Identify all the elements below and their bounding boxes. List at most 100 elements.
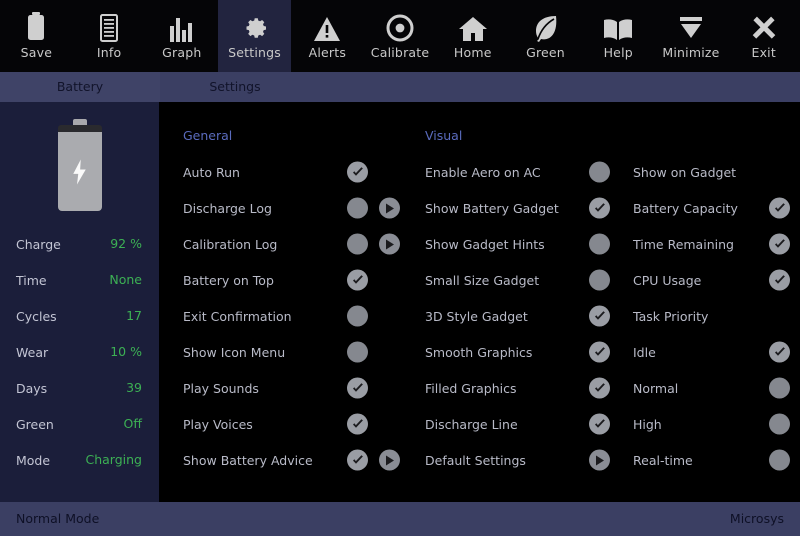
play-button-discharge-log[interactable] — [379, 198, 400, 219]
setting-label: Show Battery Gadget — [425, 201, 559, 216]
setting-label: CPU Usage — [633, 273, 701, 288]
setting-label: Discharge Log — [183, 201, 272, 216]
setting-label: High — [633, 417, 662, 432]
toolbar-item-home[interactable]: Home — [436, 0, 509, 72]
setting-label: Exit Confirmation — [183, 309, 292, 324]
toggle-normal[interactable] — [769, 378, 790, 399]
setting-label: Idle — [633, 345, 656, 360]
setting-row: Idle — [633, 334, 798, 370]
stat-value: None — [109, 262, 142, 298]
setting-row: Discharge Line — [425, 406, 645, 442]
setting-label: Normal — [633, 381, 678, 396]
toolbar-item-label: Help — [604, 47, 633, 60]
tab-strip: Battery Settings — [0, 72, 800, 102]
toolbar-item-label: Calibrate — [371, 47, 429, 60]
toggle-play-voices[interactable] — [347, 414, 368, 435]
setting-row: Smooth Graphics — [425, 334, 645, 370]
warning-triangle-icon — [313, 12, 341, 42]
stat-row: Wear10 % — [0, 334, 159, 370]
setting-row: Discharge Log — [183, 190, 423, 226]
toggle-small-size-gadget[interactable] — [589, 270, 610, 291]
play-button-show-battery-advice[interactable] — [379, 450, 400, 471]
setting-label: Show Battery Advice — [183, 453, 313, 468]
app-window: SaveInfoGraphSettingsAlertsCalibrateHome… — [0, 0, 800, 536]
toggle-auto-run[interactable] — [347, 162, 368, 183]
stat-label: Cycles — [16, 309, 57, 324]
toolbar-item-calibrate[interactable]: Calibrate — [364, 0, 437, 72]
bullseye-icon — [386, 12, 414, 42]
toggle-show-battery-gadget[interactable] — [589, 198, 610, 219]
setting-label: Calibration Log — [183, 237, 277, 252]
stat-value: Off — [124, 406, 142, 442]
battery-icon — [25, 12, 47, 42]
setting-label: Small Size Gadget — [425, 273, 539, 288]
leaf-icon — [533, 12, 559, 42]
toolbar-item-help[interactable]: Help — [582, 0, 655, 72]
setting-row: Show on Gadget — [633, 154, 798, 190]
toolbar-item-alerts[interactable]: Alerts — [291, 0, 364, 72]
stat-label: Mode — [16, 453, 50, 468]
toggle-discharge-log[interactable] — [347, 198, 368, 219]
stat-label: Charge — [16, 237, 61, 252]
close-x-icon — [750, 12, 778, 42]
status-brand-label: Microsys — [730, 502, 784, 536]
stat-label: Days — [16, 381, 47, 396]
toggle-cpu-usage[interactable] — [769, 270, 790, 291]
stat-row: TimeNone — [0, 262, 159, 298]
stat-row: Cycles17 — [0, 298, 159, 334]
setting-label: Show on Gadget — [633, 165, 736, 180]
toggle-exit-confirmation[interactable] — [347, 306, 368, 327]
stat-label: Wear — [16, 345, 48, 360]
setting-row: Real-time — [633, 442, 798, 478]
toolbar-item-label: Home — [454, 47, 492, 60]
bar-chart-icon — [169, 12, 195, 42]
setting-row: Exit Confirmation — [183, 298, 423, 334]
setting-label: Task Priority — [633, 309, 708, 324]
setting-label: Play Voices — [183, 417, 253, 432]
tab-settings[interactable]: Settings — [160, 72, 310, 102]
gear-icon — [241, 12, 269, 42]
setting-label: Battery on Top — [183, 273, 274, 288]
toggle-battery-on-top[interactable] — [347, 270, 368, 291]
toolbar-item-label: Settings — [228, 47, 281, 60]
toggle-show-gadget-hints[interactable] — [589, 234, 610, 255]
setting-row: Small Size Gadget — [425, 262, 645, 298]
setting-row: Play Sounds — [183, 370, 423, 406]
toggle-filled-graphics[interactable] — [589, 378, 610, 399]
toolbar-item-minimize[interactable]: Minimize — [655, 0, 728, 72]
toolbar-item-info[interactable]: Info — [73, 0, 146, 72]
toggle-3d-style-gadget[interactable] — [589, 306, 610, 327]
settings-content: GeneralAuto RunDischarge LogCalibration … — [159, 102, 800, 502]
stat-row: Charge92 % — [0, 226, 159, 262]
toggle-smooth-graphics[interactable] — [589, 342, 610, 363]
toolbar-item-label: Save — [21, 47, 52, 60]
toggle-calibration-log[interactable] — [347, 234, 368, 255]
tab-battery[interactable]: Battery — [0, 72, 160, 102]
toggle-high[interactable] — [769, 414, 790, 435]
play-button-calibration-log[interactable] — [379, 234, 400, 255]
setting-label: Real-time — [633, 453, 693, 468]
setting-row: Calibration Log — [183, 226, 423, 262]
toggle-show-icon-menu[interactable] — [347, 342, 368, 363]
toggle-discharge-line[interactable] — [589, 414, 610, 435]
toggle-real-time[interactable] — [769, 450, 790, 471]
toolbar-item-label: Exit — [751, 47, 775, 60]
toggle-time-remaining[interactable] — [769, 234, 790, 255]
toolbar-item-save[interactable]: Save — [0, 0, 73, 72]
toolbar-item-label: Minimize — [662, 47, 719, 60]
document-icon — [98, 12, 120, 42]
toolbar-item-graph[interactable]: Graph — [145, 0, 218, 72]
toggle-show-battery-advice[interactable] — [347, 450, 368, 471]
column-heading-gadget — [633, 118, 798, 154]
toolbar-item-green[interactable]: Green — [509, 0, 582, 72]
toolbar-item-settings[interactable]: Settings — [218, 0, 291, 72]
toggle-battery-capacity[interactable] — [769, 198, 790, 219]
toggle-enable-aero-on-ac[interactable] — [589, 162, 610, 183]
setting-label: 3D Style Gadget — [425, 309, 528, 324]
toolbar-item-exit[interactable]: Exit — [727, 0, 800, 72]
toggle-idle[interactable] — [769, 342, 790, 363]
play-button-default-settings[interactable] — [589, 450, 610, 471]
setting-row: Show Gadget Hints — [425, 226, 645, 262]
toggle-play-sounds[interactable] — [347, 378, 368, 399]
settings-column-general: GeneralAuto RunDischarge LogCalibration … — [183, 102, 423, 478]
